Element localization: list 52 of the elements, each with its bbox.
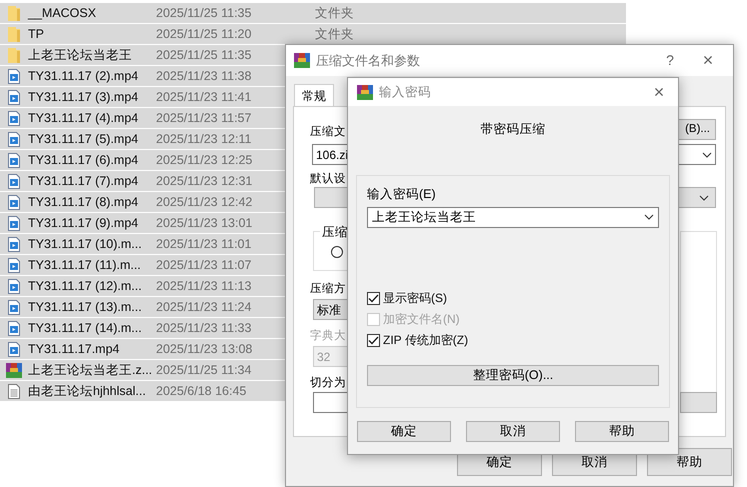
file-date: 2025/11/23 11:33: [156, 320, 252, 337]
file-date: 2025/11/25 11:20: [156, 26, 252, 43]
file-name: TY31.11.17 (2).mp4: [28, 68, 140, 85]
field-label: 输入密码(E): [367, 186, 436, 203]
file-date: 2025/11/23 12:25: [156, 152, 254, 169]
file-name: __MACOSX: [28, 4, 98, 22]
field-label: 字典大: [310, 328, 346, 344]
file-date: 2025/11/25 11:35: [156, 46, 252, 64]
file-date: 2025/11/23 11:24: [156, 298, 252, 316]
file-name: TY31.11.17 (3).mp4: [28, 88, 140, 106]
file-date: 2025/11/23 12:31: [156, 172, 254, 190]
window-title: 压缩文件名和参数: [316, 52, 421, 70]
file-name: TY31.11.17.mp4: [28, 340, 120, 358]
file-name: TY31.11.17 (6).mp4: [28, 152, 140, 169]
file-date: 2025/11/23 11:38: [156, 68, 252, 85]
file-date: 2025/11/23 12:11: [156, 130, 252, 148]
file-name: TY31.11.17 (5).mp4: [28, 130, 140, 148]
file-name: 由老王论坛hjhhlsal...: [28, 382, 147, 400]
file-name: TP: [28, 26, 45, 43]
file-name: TY31.11.17 (10).m...: [28, 236, 143, 253]
file-name: TY31.11.17 (9).mp4: [28, 214, 140, 232]
field-label: 压缩方: [310, 281, 346, 297]
file-date: 2025/11/23 13:01: [156, 214, 254, 232]
file-date: 2025/11/23 11:41: [156, 88, 252, 106]
file-date: 2025/11/23 11:13: [156, 278, 252, 295]
file-date: 2025/11/23 11:07: [156, 256, 252, 274]
file-date: 2025/11/23 11:57: [156, 110, 252, 127]
file-date: 2025/6/18 16:45: [156, 382, 248, 400]
field-label: 切分为: [310, 376, 346, 391]
file-name: TY31.11.17 (13).m...: [28, 298, 143, 316]
checkbox-label: 加密文件名(N): [383, 311, 460, 328]
file-date: 2025/11/25 11:35: [156, 4, 252, 22]
file-date: 2025/11/23 11:01: [156, 236, 252, 253]
file-name: 上老王论坛当老王.z...: [28, 362, 154, 379]
file-name: TY31.11.17 (7).mp4: [28, 172, 140, 190]
file-name: 上老王论坛当老王: [28, 46, 133, 64]
file-date: 2025/11/25 11:34: [156, 362, 252, 379]
checkbox-label: ZIP 传统加密(Z): [383, 332, 468, 349]
file-name: TY31.11.17 (12).m...: [28, 278, 143, 295]
file-date: 2025/11/23 12:42: [156, 194, 254, 211]
file-type: 文件夹: [315, 26, 354, 43]
file-date: 2025/11/23 13:08: [156, 340, 254, 358]
checkbox-label: 显示密码(S): [383, 290, 447, 307]
file-name: TY31.11.17 (4).mp4: [28, 110, 140, 127]
field-label: 压缩文: [310, 124, 346, 140]
field-label: 默认设: [310, 172, 346, 187]
dialog-heading: 带密码压缩: [480, 121, 546, 138]
window-title: 输入密码: [379, 84, 432, 101]
file-name: TY31.11.17 (14).m...: [28, 320, 143, 337]
file-name: TY31.11.17 (11).m...: [28, 256, 142, 274]
file-type: 文件夹: [315, 4, 354, 22]
file-name: TY31.11.17 (8).mp4: [28, 194, 140, 211]
